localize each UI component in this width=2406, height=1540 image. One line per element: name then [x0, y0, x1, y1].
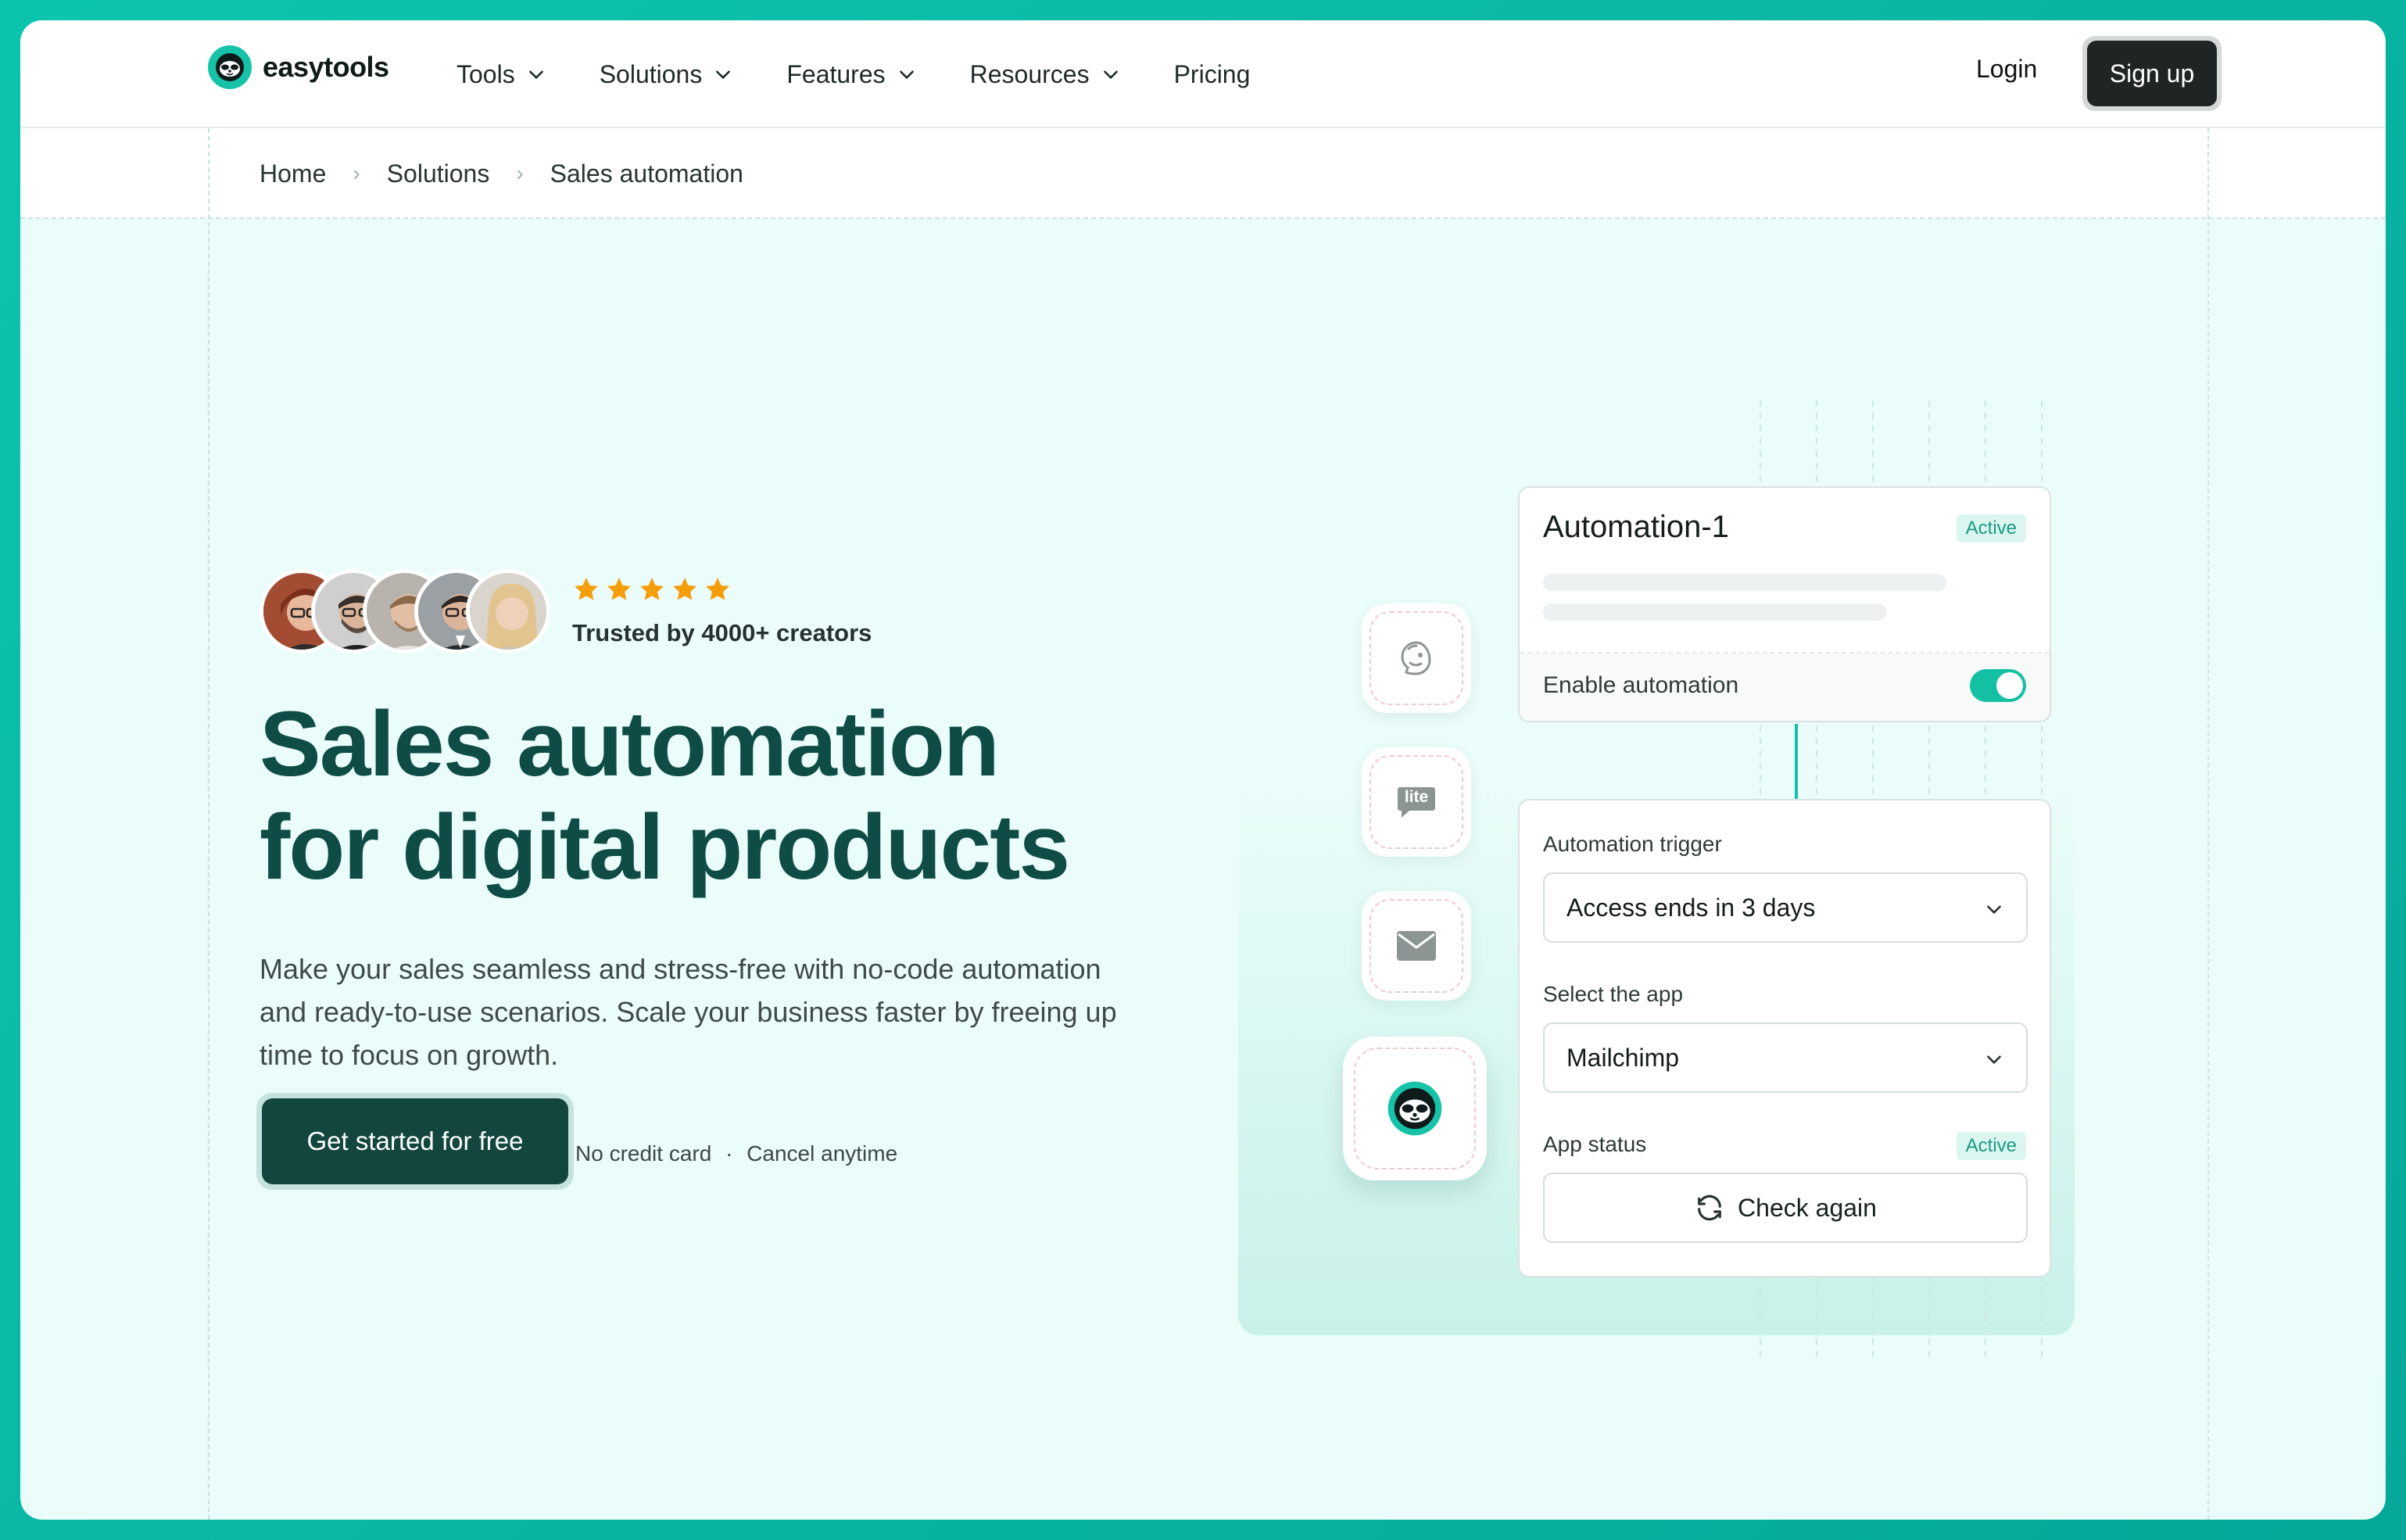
chevron-down-icon	[528, 70, 543, 79]
mailerlite-icon: lite	[1397, 786, 1436, 818]
app-status-badge: Active	[1956, 1132, 2026, 1160]
breadcrumb-bar: Home › Solutions › Sales automation	[20, 128, 2386, 219]
enable-automation-row: Enable automation	[1520, 654, 2050, 721]
no-credit-card-text: No credit card	[575, 1141, 712, 1166]
chevron-down-icon	[1103, 70, 1118, 79]
breadcrumb-solutions[interactable]: Solutions	[387, 159, 490, 188]
app-select[interactable]: Mailchimp	[1543, 1022, 2028, 1093]
check-again-button[interactable]: Check again	[1543, 1173, 2028, 1243]
star-icon	[640, 578, 664, 600]
breadcrumb: Home › Solutions › Sales automation	[260, 128, 743, 219]
nav-features-label: Features	[786, 59, 886, 88]
app-select-value: Mailchimp	[1566, 1044, 1680, 1072]
cta-note: No credit card · Cancel anytime	[575, 1141, 897, 1166]
mailchimp-icon	[1401, 641, 1431, 675]
chevron-right-icon: ›	[516, 161, 524, 185]
headline-line-2: for digital products	[260, 796, 1070, 899]
nav-features[interactable]: Features	[786, 60, 916, 89]
automation-card: Automation-1 Active Enable automation	[1518, 486, 2051, 722]
hero-headline: Sales automation for digital products	[260, 693, 1276, 899]
browser-window: easytools Tools Solutions Features Resou…	[20, 20, 2386, 1520]
trigger-label: Automation trigger	[1543, 832, 1722, 856]
note-separator: ·	[725, 1141, 733, 1166]
app-tile-mailchimp[interactable]	[1362, 603, 1471, 713]
connector-line	[1795, 724, 1798, 800]
chevron-down-icon	[1987, 1055, 2001, 1064]
automation-title: Automation-1	[1543, 510, 1729, 544]
login-link[interactable]: Login	[1976, 55, 2037, 84]
email-icon	[1397, 931, 1436, 961]
check-again-label: Check again	[1738, 1193, 1877, 1222]
toggle-knob	[1996, 672, 2023, 699]
app-tile-easytools[interactable]	[1343, 1037, 1487, 1180]
trigger-select-value: Access ends in 3 days	[1566, 894, 1816, 922]
chevron-down-icon	[899, 70, 914, 79]
nav-solutions-label: Solutions	[599, 59, 703, 88]
trigger-select[interactable]: Access ends in 3 days	[1543, 872, 2028, 943]
skeleton-line	[1543, 603, 1887, 621]
star-icon	[673, 578, 696, 600]
nav-resources-label: Resources	[969, 59, 1090, 88]
breadcrumb-home[interactable]: Home	[260, 159, 326, 188]
guide-line-right	[2207, 128, 2209, 1520]
app-tile-mailerlite[interactable]: lite	[1362, 747, 1471, 857]
app-status-label: App status	[1543, 1132, 1647, 1156]
brand-logo[interactable]: easytools	[208, 45, 389, 89]
star-icon	[607, 578, 631, 600]
trusted-text: Trusted by 4000+ creators	[572, 619, 872, 646]
guide-line-left	[208, 128, 209, 1520]
site-header: easytools Tools Solutions Features Resou…	[20, 20, 2386, 128]
refresh-icon	[1698, 1194, 1721, 1221]
chevron-down-icon	[716, 70, 731, 79]
star-icon	[575, 578, 598, 600]
cancel-anytime-text: Cancel anytime	[747, 1141, 898, 1166]
enable-automation-toggle[interactable]	[1970, 669, 2026, 702]
nav-tools-label: Tools	[456, 59, 515, 88]
nav-pricing-label: Pricing	[1173, 59, 1251, 88]
main-nav: Tools Solutions Features Resources Prici…	[456, 20, 1303, 128]
headline-line-1: Sales automation	[260, 693, 1000, 796]
automation-config-card: Automation trigger Access ends in 3 days…	[1518, 799, 2051, 1277]
app-tile-email[interactable]	[1362, 891, 1471, 1001]
enable-automation-label: Enable automation	[1543, 672, 1739, 698]
card-divider	[1520, 652, 2050, 654]
signup-button-label: Sign up	[2087, 41, 2217, 106]
app-label: Select the app	[1543, 982, 1684, 1006]
nav-tools[interactable]: Tools	[456, 60, 546, 89]
hero-subtext: Make your sales seamless and stress-free…	[260, 953, 1117, 1071]
breadcrumb-current: Sales automation	[550, 159, 743, 188]
chevron-right-icon: ›	[353, 161, 360, 185]
chevron-down-icon	[1987, 905, 2001, 914]
nav-resources[interactable]: Resources	[970, 60, 1121, 89]
mailerlite-text: lite	[1404, 788, 1429, 806]
avatar	[466, 569, 550, 654]
sloth-logo-icon	[208, 45, 252, 89]
nav-pricing[interactable]: Pricing	[1174, 60, 1251, 89]
signup-button[interactable]: Sign up	[2082, 36, 2222, 111]
get-started-button[interactable]: Get started for free	[256, 1093, 574, 1190]
nav-solutions[interactable]: Solutions	[600, 60, 734, 89]
get-started-button-label: Get started for free	[262, 1098, 568, 1184]
easytools-icon	[1387, 1081, 1442, 1136]
brand-name: easytools	[263, 51, 389, 83]
status-badge: Active	[1956, 514, 2026, 543]
skeleton-line	[1543, 574, 1946, 591]
rating-stars	[572, 575, 732, 603]
star-icon	[706, 578, 729, 600]
